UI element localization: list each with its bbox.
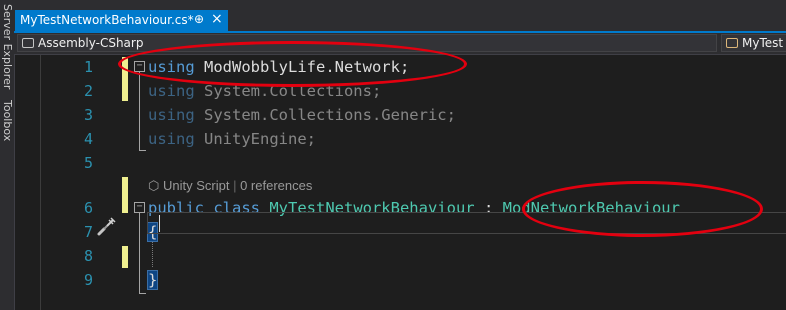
tab-title: MyTestNetworkBehaviour.cs* [20, 13, 194, 27]
line-number: 1 [83, 58, 93, 76]
pin-icon[interactable]: ⊕ [194, 12, 204, 26]
quick-actions-icon[interactable] [96, 215, 116, 237]
codelens-references[interactable]: 0 references [240, 178, 312, 193]
document-tab-strip: MyTestNetworkBehaviour.cs* ⊕ × [14, 0, 786, 33]
code-line-9: } [146, 268, 159, 292]
line-number: 3 [83, 106, 93, 124]
annotation-ellipse-using [118, 41, 467, 87]
code-text: System.Collections.Generic; [194, 106, 456, 124]
outline-line [139, 72, 140, 150]
collapse-icon[interactable]: − [134, 202, 145, 213]
line-number: 8 [83, 247, 93, 265]
keyword: using [148, 130, 195, 148]
outline-line [139, 213, 140, 293]
line-number: 6 [83, 199, 93, 217]
line-number: 4 [83, 130, 93, 148]
outline-line [139, 150, 146, 151]
keyword: using [148, 82, 195, 100]
close-brace: } [146, 270, 159, 290]
code-text: UnityEngine; [194, 130, 316, 148]
class-dropdown[interactable]: MyTest [721, 34, 786, 52]
class-label: MyTest [742, 36, 784, 50]
change-marker [122, 177, 128, 213]
line-number: 2 [83, 82, 93, 100]
codelens: ⬡ Unity Script | 0 references [148, 176, 312, 196]
code-line-4: using UnityEngine; [148, 127, 316, 151]
line-number: 9 [83, 271, 93, 289]
codelens-unity-script[interactable]: Unity Script [163, 178, 229, 193]
class-icon [726, 38, 738, 48]
annotation-ellipse-base-class [522, 181, 763, 237]
keyword: using [148, 106, 195, 124]
close-icon[interactable]: × [211, 11, 223, 27]
project-label: Assembly-CSharp [38, 36, 144, 50]
outline-line [139, 293, 146, 294]
codelens-separator: | [233, 178, 237, 193]
unity-icon: ⬡ [148, 178, 163, 193]
line-number: 5 [83, 154, 93, 172]
tab-mytestnetworkbehaviour[interactable]: MyTestNetworkBehaviour.cs* ⊕ × [15, 10, 228, 31]
indent-guide [152, 240, 153, 267]
change-marker [122, 246, 128, 268]
text-caret [159, 215, 160, 232]
line-number: 7 [83, 223, 93, 241]
code-line-3: using System.Collections.Generic; [148, 103, 456, 127]
csharp-project-icon [22, 38, 34, 48]
